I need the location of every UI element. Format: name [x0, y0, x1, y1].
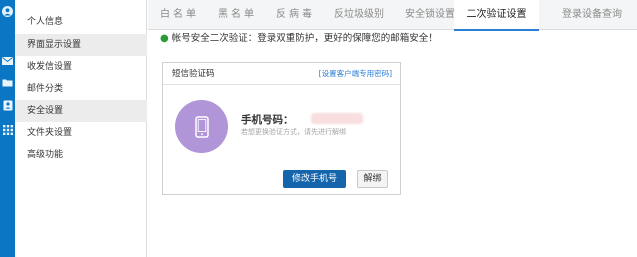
menu-item-mail-settings[interactable]: 收发信设置 — [15, 56, 147, 78]
security-tabs: 白名单 黑名单 反病毒 反垃圾级别 安全锁设置 二次验证设置 登录设备查询 — [148, 0, 637, 31]
menu-item-security[interactable]: 安全设置 — [15, 100, 147, 122]
tab-whitelist[interactable]: 白名单 — [160, 0, 199, 30]
menu-item-advanced[interactable]: 高级功能 — [15, 144, 147, 166]
tab-blacklist[interactable]: 黑名单 — [218, 0, 257, 30]
menu-item-profile[interactable]: 个人信息 — [15, 11, 147, 33]
menu-item-display-settings[interactable]: 界面显示设置 — [15, 34, 147, 56]
settings-menu: 个人信息 界面显示设置 收发信设置 邮件分类 安全设置 文件夹设置 高级功能 — [15, 0, 147, 257]
folder-icon[interactable] — [2, 77, 13, 88]
tab-security-lock[interactable]: 安全锁设置 — [405, 0, 455, 30]
phone-number-label: 手机号码： — [241, 114, 294, 126]
phone-number-redacted — [311, 113, 363, 124]
mail-icon[interactable] — [2, 55, 13, 66]
change-phone-button[interactable]: 修改手机号 — [283, 170, 346, 188]
menu-item-mail-category[interactable]: 邮件分类 — [15, 78, 147, 100]
app-rail — [0, 0, 15, 257]
card-title: 短信验证码 — [172, 69, 215, 79]
apps-grid-icon[interactable] — [2, 124, 13, 135]
avatar-icon[interactable] — [2, 6, 13, 17]
bullet-icon: ● — [160, 33, 169, 44]
tab-two-step-verification[interactable]: 二次验证设置 — [454, 0, 539, 31]
unbind-button[interactable]: 解绑 — [357, 170, 388, 188]
tab-spam-level[interactable]: 反垃圾级别 — [334, 0, 384, 30]
notice-text: 帐号安全二次验证：登录双重防护，更好的保障您的邮箱安全！ — [171, 33, 438, 44]
card-header: 短信验证码 [设置客户端专用密码] — [163, 63, 400, 85]
change-method-hint: 若想更换验证方式，请先进行解绑 — [241, 128, 346, 136]
tab-antivirus[interactable]: 反病毒 — [276, 0, 315, 30]
sms-verification-card: 短信验证码 [设置客户端专用密码] 手机号码： 若想更换验证方式，请先进行解绑 … — [162, 62, 401, 195]
mobile-phone-icon — [175, 100, 228, 153]
menu-item-folder-settings[interactable]: 文件夹设置 — [15, 122, 147, 144]
contacts-icon[interactable] — [2, 100, 13, 111]
security-notice: ● 帐号安全二次验证：登录双重防护，更好的保障您的邮箱安全！ — [160, 32, 438, 46]
client-password-link[interactable]: [设置客户端专用密码] — [319, 63, 392, 85]
tab-login-devices[interactable]: 登录设备查询 — [562, 0, 622, 30]
